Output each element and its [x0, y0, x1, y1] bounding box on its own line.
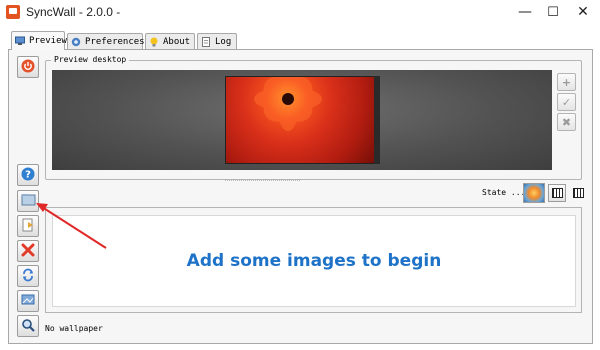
lightbulb-icon	[149, 37, 159, 47]
plus-icon: +	[561, 75, 572, 89]
state-icon[interactable]	[523, 183, 545, 203]
tab-log[interactable]: Log	[197, 33, 237, 49]
clear-button[interactable]: ✖	[557, 113, 576, 131]
search-icon	[21, 318, 35, 335]
tab-about[interactable]: About	[145, 33, 195, 49]
minimize-button[interactable]: —	[510, 0, 540, 24]
grid-view-icon	[551, 188, 563, 198]
add-screen-button[interactable]: +	[557, 73, 576, 91]
tab-label: Preview	[29, 36, 67, 46]
status-text: No wallpaper	[45, 324, 103, 333]
list-view-icon	[572, 188, 584, 198]
image-list[interactable]: Add some images to begin	[52, 215, 576, 307]
maximize-button[interactable]: ☐	[538, 0, 568, 24]
tab-label: About	[163, 36, 191, 47]
gear-icon	[71, 37, 81, 47]
app-icon	[6, 5, 20, 19]
tab-preview[interactable]: Preview	[11, 31, 67, 50]
thumbnail-edge	[374, 76, 380, 164]
state-label: State ...	[482, 188, 526, 197]
splitter-handle[interactable]	[225, 180, 300, 183]
tab-preferences[interactable]: Preferences	[67, 33, 145, 49]
grid-view-button[interactable]	[548, 184, 566, 202]
check-icon: ✓	[561, 95, 572, 109]
apply-button[interactable]: ✓	[557, 93, 576, 111]
close-button[interactable]: ✕	[568, 0, 598, 24]
info-icon: ?	[21, 167, 35, 184]
svg-text:?: ?	[25, 169, 31, 180]
wallpaper-thumbnail	[225, 76, 380, 164]
window-title: SyncWall - 2.0.0 -	[26, 5, 121, 19]
list-view-button[interactable]	[569, 184, 587, 202]
tab-label: Log	[215, 36, 232, 47]
tab-label: Preferences	[85, 36, 145, 47]
refresh-icon	[21, 268, 35, 285]
search-button[interactable]	[17, 315, 39, 337]
power-icon	[21, 59, 35, 76]
notepad-icon	[201, 36, 211, 47]
annotation-arrow	[36, 203, 107, 249]
cross-icon: ✖	[561, 115, 572, 129]
empty-list-message: Add some images to begin	[186, 251, 442, 271]
set-wallpaper-button[interactable]	[17, 290, 39, 312]
monitor-icon	[15, 36, 25, 46]
help-button[interactable]: ?	[17, 164, 39, 186]
power-button[interactable]	[17, 56, 39, 78]
wallpaper-icon	[21, 293, 35, 310]
preview-group-label: Preview desktop	[51, 55, 130, 64]
refresh-button[interactable]	[17, 265, 39, 287]
